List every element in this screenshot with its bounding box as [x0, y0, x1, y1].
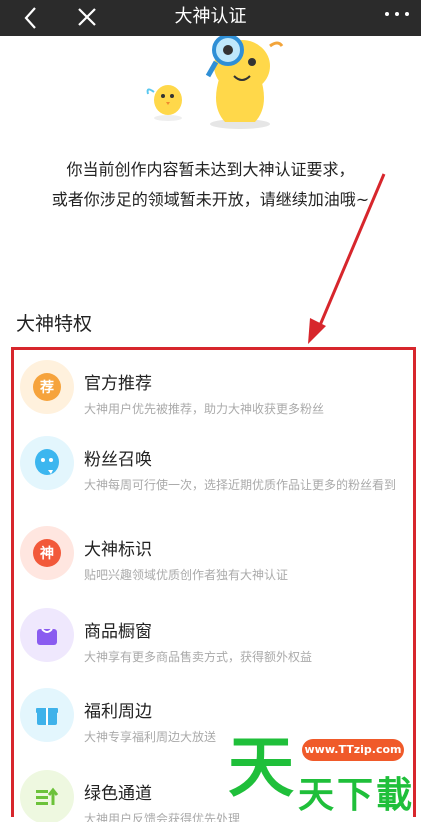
status-message-line1: 你当前创作内容暂未达到大神认证要求，: [66, 160, 355, 179]
page-title: 大神认证: [174, 6, 247, 27]
mascot-illustration: [146, 36, 284, 129]
status-message-line2: 或者你涉足的领域暂未开放，请继续加油哦~: [51, 190, 370, 209]
more-dots-icon[interactable]: [383, 9, 411, 19]
watermark-logo: 天 www.TTzip.com 天下載: [228, 728, 418, 822]
top-bar: 大神认证: [0, 0, 421, 36]
watermark-site: www.TTzip.com: [302, 739, 404, 761]
watermark-big-char: 天: [228, 729, 294, 806]
watermark-text: 天下載: [298, 775, 416, 816]
section-title: 大神特权: [16, 313, 93, 335]
